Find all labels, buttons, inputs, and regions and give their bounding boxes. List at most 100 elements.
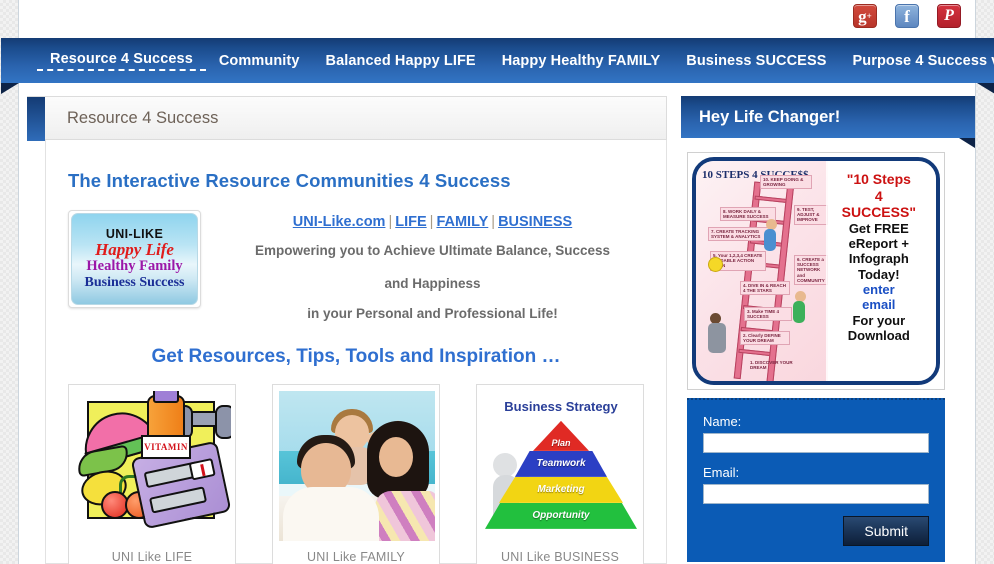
promo-line-2: 4	[874, 187, 883, 204]
promo-line-8: enter	[862, 281, 895, 297]
promo-line-11: Download	[847, 327, 910, 343]
navigation-ribbon: Resource 4 Success Community Balanced Ha…	[1, 38, 994, 94]
promo-inner: 10 STEPS 4 SUCCE$$ 10. KEEP GOING & GROW…	[692, 157, 940, 385]
submit-button[interactable]: Submit	[843, 516, 929, 546]
promo-line-6: Infograph	[848, 251, 909, 267]
figure-head-icon	[493, 452, 517, 477]
business-strategy-image: Business Strategy Plan Teamwork Marketin…	[483, 390, 639, 541]
name-label: Name:	[703, 414, 742, 429]
pyramid-level-plan: Plan	[533, 420, 589, 451]
climber-body	[764, 229, 776, 251]
social-links: g + f P	[853, 4, 961, 28]
pinterest-glyph: P	[944, 7, 954, 24]
promo-line-7: Today!	[857, 266, 900, 282]
uni-like-logo-card[interactable]: UNI-LIKE Happy Life Healthy Family Busin…	[68, 210, 201, 308]
climber-body	[708, 323, 726, 353]
link-separator-2: |	[429, 214, 434, 230]
content-columns: Resource 4 Success The Interactive Resou…	[19, 96, 975, 564]
promo-infographic-art: 10 STEPS 4 SUCCE$$ 10. KEEP GOING & GROW…	[696, 161, 828, 381]
sidebar-header-bar: Hey Life Changer!	[681, 96, 975, 138]
logo-line-uni-like: UNI-LIKE	[105, 227, 164, 242]
step-label-9: 9. TEST, ADJUST & IMPROVE	[794, 205, 828, 225]
email-label: Email:	[703, 465, 740, 480]
main-header-ribbon: Resource 4 Success	[27, 96, 667, 141]
main-header-bar: Resource 4 Success	[27, 96, 667, 141]
mother-face	[379, 436, 413, 477]
ladder-rung	[754, 195, 791, 204]
nav-item-business-success[interactable]: Business SUCCESS	[673, 53, 839, 69]
intro-text-block: UNI-Like.com | LIFE | FAMILY | BUSINESS Empowe…	[201, 210, 644, 326]
sidebar-column: Hey Life Changer! 10 STEPS 4 SUCCE$$ 10.…	[681, 96, 975, 564]
submit-row: Submit	[703, 516, 929, 546]
step-label-6: 6. CREATE a SUCCESS NETWORK and COMMUNIT…	[794, 255, 828, 285]
nav-item-resource-4-success[interactable]: Resource 4 Success	[37, 51, 206, 71]
facebook-icon[interactable]: f	[895, 4, 919, 28]
business-strategy-title: Business Strategy	[504, 398, 618, 414]
google-plus-glyph: g	[858, 6, 867, 26]
header-tab-stub	[27, 97, 45, 141]
card-caption-business: UNI Like BUSINESS	[500, 549, 620, 564]
nav-item-balanced-happy-life[interactable]: Balanced Happy LIFE	[313, 53, 489, 69]
sidebar-body: 10 STEPS 4 SUCCE$$ 10. KEEP GOING & GROW…	[681, 142, 975, 564]
ribbon-fold-left-icon	[1, 83, 19, 94]
pinterest-icon[interactable]: P	[937, 4, 961, 28]
hero-title: The Interactive Resource Communities 4 S…	[68, 170, 511, 191]
logo-line-healthy-family: Healthy Family	[86, 258, 183, 275]
promo-line-1: "10 Steps	[846, 171, 911, 187]
sidebar-header-ribbon: Hey Life Changer!	[681, 96, 975, 148]
step-label-2: 2. Clearly DEFINE YOUR DREAM	[740, 331, 790, 346]
google-plus-sup: +	[866, 10, 872, 21]
resource-links-row: UNI-Like.com | LIFE | FAMILY | BUSINESS	[221, 214, 644, 230]
get-resources-heading: Get Resources, Tips, Tools and Inspirati…	[151, 345, 561, 367]
sidebar-title: Hey Life Changer!	[699, 107, 841, 126]
card-uni-like-business[interactable]: Business Strategy Plan Teamwork Marketin…	[476, 383, 644, 564]
link-uni-like-com[interactable]: UNI-Like.com	[293, 214, 386, 230]
pyramid-level-opportunity: Opportunity	[485, 502, 637, 529]
uni-like-logo-image: UNI-LIKE Happy Life Healthy Family Busin…	[71, 213, 198, 305]
link-business[interactable]: BUSINESS	[498, 214, 572, 230]
step-label-3: 3. Make TIME 4 SUCCESS	[744, 307, 792, 322]
tagline-line-1: Empowering you to Achieve Ultimate Balan…	[254, 243, 611, 258]
nav-item-community[interactable]: Community	[206, 53, 313, 69]
life-clipart-image: VITAMIN	[75, 390, 231, 541]
nav-list: Resource 4 Success Community Balanced Ha…	[1, 38, 994, 83]
google-plus-icon[interactable]: g +	[853, 4, 877, 28]
father-body	[283, 486, 379, 541]
link-family[interactable]: FAMILY	[436, 214, 488, 230]
top-social-bar: g + f P	[19, 0, 975, 36]
promo-line-3: SUCCESS"	[841, 204, 916, 221]
tagline-line-3: in your Personal and Professional Life!	[307, 306, 558, 322]
step-label-4: 4. DIVE IN & REACH 4 THE STARS	[740, 281, 790, 296]
logo-line-happy-life: Happy Life	[95, 240, 174, 260]
nav-item-purpose-4-success-vmag[interactable]: Purpose 4 Success vMag	[839, 53, 994, 69]
promo-banner[interactable]: 10 STEPS 4 SUCCE$$ 10. KEEP GOING & GROW…	[687, 152, 945, 390]
pyramid-level-teamwork: Teamwork	[515, 450, 607, 477]
page-title: Resource 4 Success	[67, 109, 219, 127]
link-life[interactable]: LIFE	[395, 214, 426, 230]
facebook-glyph: f	[904, 6, 910, 26]
logo-line-business-success: Business Success	[84, 275, 185, 291]
step-label-7: 7. CREATE TRACKING SYSTEM & ANALYTICS	[708, 227, 770, 242]
name-input[interactable]	[703, 433, 929, 453]
dumbbell-icon	[173, 404, 231, 439]
resource-cards: VITAMIN UNI Like LIFE UNI Like FAMILY Bu…	[68, 383, 644, 564]
promo-line-9: email	[862, 297, 896, 313]
promo-line-5: eReport +	[848, 235, 909, 251]
promo-text-block: "10 Steps 4 SUCCESS" Get FREE eReport + …	[825, 161, 936, 381]
climber-body	[793, 301, 805, 323]
nav-item-happy-healthy-family[interactable]: Happy Healthy FAMILY	[489, 53, 674, 69]
link-separator-3: |	[491, 214, 496, 230]
card-caption-family: UNI Like FAMILY	[307, 549, 405, 564]
main-column: Resource 4 Success The Interactive Resou…	[27, 96, 667, 564]
main-navigation: Resource 4 Success Community Balanced Ha…	[1, 38, 994, 83]
tagline-line-2: and Happiness	[384, 275, 481, 291]
email-input[interactable]	[703, 484, 929, 504]
ribbon-fold-right-icon	[977, 83, 994, 94]
link-separator-1: |	[388, 214, 393, 230]
vitamin-bottle-cap-icon	[153, 390, 179, 403]
page-container: g + f P Resource 4 Success Community Bala…	[1, 0, 994, 564]
card-uni-like-family[interactable]: UNI Like FAMILY	[272, 383, 440, 564]
ladder-rung	[738, 348, 775, 357]
family-photo-image	[279, 390, 435, 541]
card-uni-like-life[interactable]: VITAMIN UNI Like LIFE	[68, 383, 236, 564]
